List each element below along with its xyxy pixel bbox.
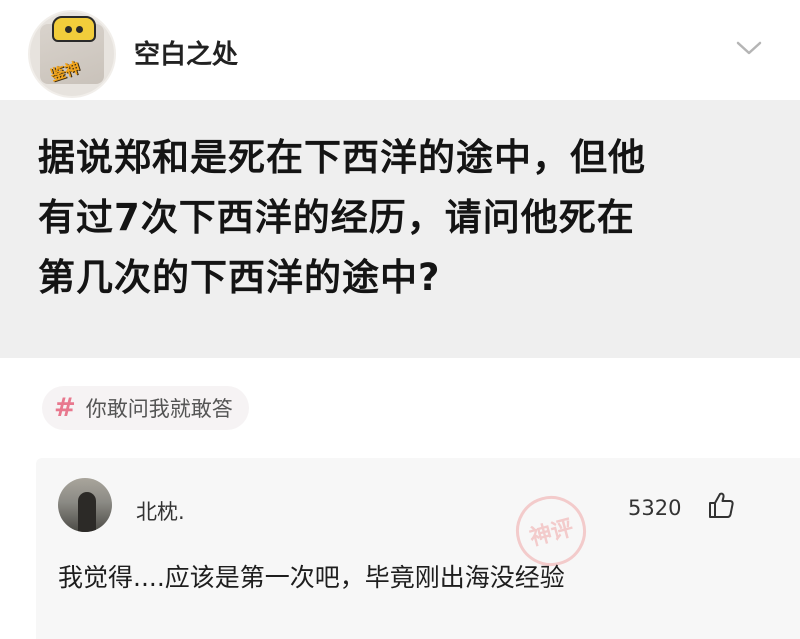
chevron-down-icon[interactable] bbox=[735, 38, 763, 58]
question-line: 第几次的下西洋的途中? bbox=[38, 256, 441, 299]
hashtag-icon: # bbox=[54, 393, 76, 423]
topic-label: 你敢问我就敢答 bbox=[85, 397, 233, 421]
post-page: 鉴神 空白之处 据说郑和是死在下西洋的途中，但他 有过7次下西洋的经历，请问他死… bbox=[0, 0, 800, 639]
topic-chip[interactable]: # 你敢问我就敢答 bbox=[42, 386, 249, 430]
thumbs-up-icon[interactable] bbox=[706, 490, 736, 520]
mascot-icon bbox=[52, 16, 96, 42]
question-line: 有过7次下西洋的经历，请问他死在 bbox=[38, 196, 635, 239]
question-line: 据说郑和是死在下西洋的途中，但他 bbox=[38, 136, 646, 179]
author-name[interactable]: 空白之处 bbox=[134, 34, 238, 71]
question-card: 据说郑和是死在下西洋的途中，但他 有过7次下西洋的经历，请问他死在 第几次的下西… bbox=[0, 100, 800, 358]
commenter-avatar[interactable] bbox=[58, 478, 112, 532]
top-comment: 北枕. 神评 5320 我觉得....应该是第一次吧，毕竟刚出海没经验 bbox=[36, 458, 800, 639]
post-header: 鉴神 空白之处 bbox=[0, 0, 800, 100]
author-avatar[interactable]: 鉴神 bbox=[28, 10, 116, 98]
like-count: 5320 bbox=[628, 496, 682, 520]
comment-text: 我觉得....应该是第一次吧，毕竟刚出海没经验 bbox=[58, 563, 565, 592]
question-text: 据说郑和是死在下西洋的途中，但他 有过7次下西洋的经历，请问他死在 第几次的下西… bbox=[38, 128, 778, 308]
commenter-name[interactable]: 北枕. bbox=[136, 496, 185, 526]
